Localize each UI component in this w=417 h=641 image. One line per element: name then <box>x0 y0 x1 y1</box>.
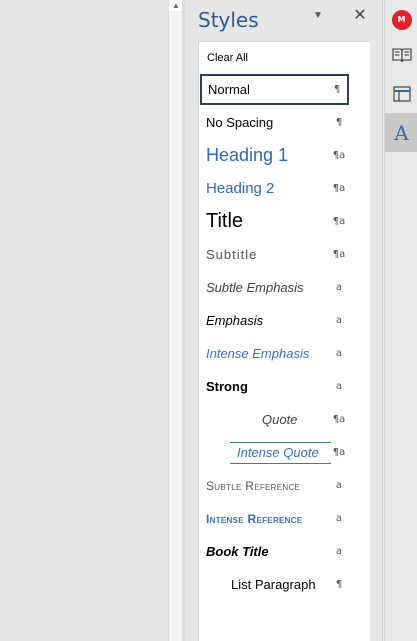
character-style-mark-icon: a <box>335 348 343 359</box>
navigation-pane-button[interactable] <box>385 74 417 113</box>
linked-style-mark-icon: ¶a <box>332 150 346 161</box>
style-item-intense-emphasis[interactable]: Intense Emphasis a <box>200 338 349 369</box>
style-name: Title <box>206 210 244 232</box>
style-name: Subtle Reference <box>206 478 301 493</box>
paragraph-mark-icon: ¶ <box>335 579 343 590</box>
paragraph-mark-icon: ¶ <box>333 84 341 95</box>
linked-style-mark-icon: ¶a <box>332 183 346 194</box>
style-name: Subtle Emphasis <box>206 280 304 295</box>
style-name: Intense Emphasis <box>206 346 310 361</box>
style-name: Normal <box>208 82 250 97</box>
character-style-mark-icon: a <box>335 480 343 491</box>
style-item-list-paragraph[interactable]: List Paragraph ¶ <box>200 569 349 600</box>
character-style-mark-icon: a <box>335 546 343 557</box>
style-name: No Spacing <box>206 115 274 130</box>
style-item-strong[interactable]: Strong a <box>200 371 349 402</box>
style-item-intense-quote[interactable]: Intense Quote ¶a <box>200 437 349 468</box>
side-icon-rail: M A <box>384 0 417 641</box>
style-name: Intense Reference <box>206 511 303 526</box>
linked-style-mark-icon: ¶a <box>332 447 346 458</box>
style-item-emphasis[interactable]: Emphasis a <box>200 305 349 336</box>
style-item-heading-2[interactable]: Heading 2 ¶a <box>200 173 349 204</box>
style-name: Intense Quote <box>237 445 319 460</box>
style-name: Quote <box>262 412 298 427</box>
linked-style-mark-icon: ¶a <box>332 414 346 425</box>
clear-all-button[interactable]: Clear All <box>207 52 248 64</box>
character-style-mark-icon: a <box>335 315 343 326</box>
style-item-intense-reference[interactable]: Intense Reference a <box>200 503 349 534</box>
intense-quote-rule-top <box>230 442 331 443</box>
style-name: List Paragraph <box>231 577 316 592</box>
vertical-scrollbar[interactable]: ▲ <box>168 0 183 641</box>
styles-pane-button[interactable]: A <box>385 113 417 152</box>
scroll-up-arrow-icon[interactable]: ▲ <box>169 0 183 11</box>
style-name: Strong <box>206 379 248 394</box>
pane-title: Styles <box>198 8 259 32</box>
style-item-subtle-reference[interactable]: Subtle Reference a <box>200 470 349 501</box>
character-style-mark-icon: a <box>335 282 343 293</box>
pane-close-icon[interactable]: ✕ <box>351 6 369 26</box>
character-style-mark-icon: a <box>335 381 343 392</box>
style-item-no-spacing[interactable]: No Spacing ¶ <box>200 107 349 138</box>
paragraph-mark-icon: ¶ <box>335 117 343 128</box>
style-item-heading-1[interactable]: Heading 1 ¶a <box>200 140 349 171</box>
style-name: Heading 2 <box>206 180 275 197</box>
linked-style-mark-icon: ¶a <box>332 216 346 227</box>
mindmap-logo-icon: M <box>391 9 412 30</box>
style-name: Emphasis <box>206 313 264 328</box>
style-item-title[interactable]: Title ¶a <box>200 206 349 237</box>
style-name: Book Title <box>206 544 269 559</box>
intense-quote-rule-bottom <box>230 463 331 464</box>
reading-view-button[interactable] <box>385 35 417 74</box>
document-canvas[interactable] <box>0 0 168 641</box>
book-icon <box>391 47 412 62</box>
style-item-quote[interactable]: Quote ¶a <box>200 404 349 435</box>
pane-options-dropdown-icon[interactable]: ▼ <box>310 8 326 24</box>
style-name: Heading 1 <box>206 145 289 165</box>
layout-panel-icon <box>392 85 411 102</box>
styles-pane-icon: A <box>394 120 409 145</box>
style-item-book-title[interactable]: Book Title a <box>200 536 349 567</box>
character-style-mark-icon: a <box>335 513 343 524</box>
style-item-subtle-emphasis[interactable]: Subtle Emphasis a <box>200 272 349 303</box>
style-item-subtitle[interactable]: Subtitle ¶a <box>200 239 349 270</box>
style-item-normal[interactable]: Normal ¶ <box>200 74 349 105</box>
mindmap-addin-button[interactable]: M <box>385 0 417 39</box>
linked-style-mark-icon: ¶a <box>332 249 346 260</box>
styles-pane: Styles ▼ ✕ Clear All Normal ¶ No Spacing… <box>185 0 383 641</box>
style-name: Subtitle <box>206 247 258 262</box>
styles-list: Clear All Normal ¶ No Spacing ¶ Heading … <box>198 41 370 641</box>
